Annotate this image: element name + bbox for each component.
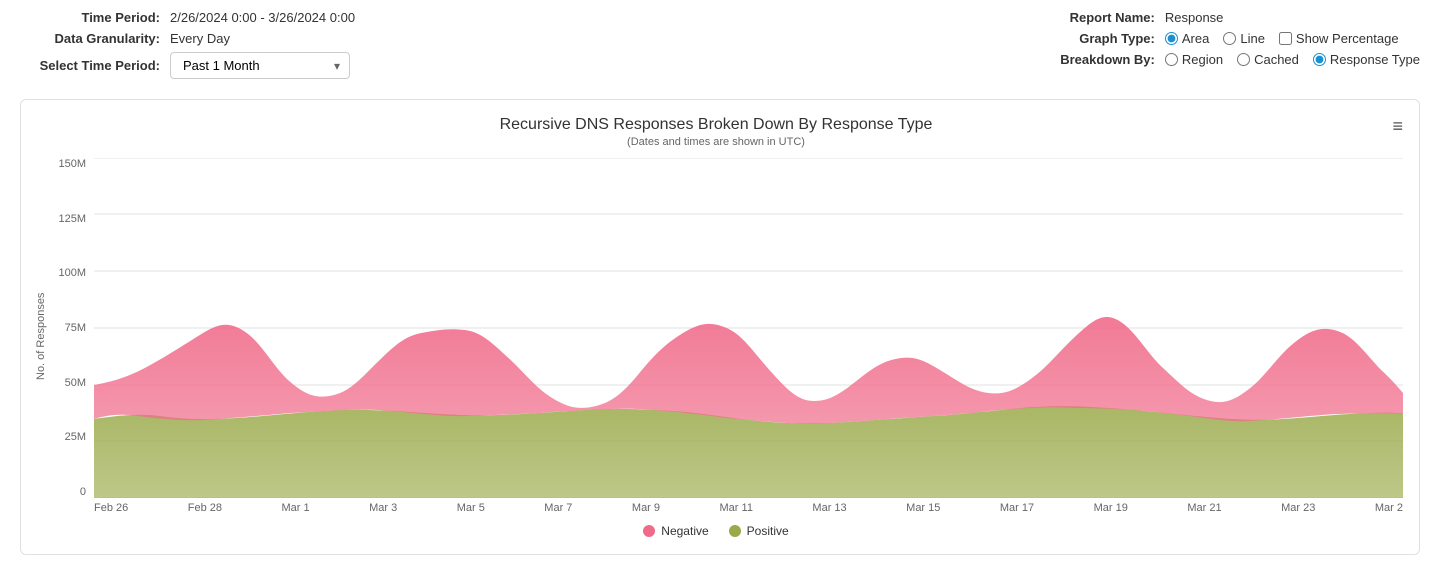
graph-type-area-label: Area [1182,31,1209,46]
y-label: 100M [49,267,86,279]
show-percentage-label: Show Percentage [1296,31,1399,46]
y-label: 25M [49,431,86,443]
y-label: 150M [49,158,86,170]
breakdown-row: Breakdown By: Region Cached Response Typ… [1015,52,1420,67]
chart-menu-button[interactable]: ≡ [1392,116,1403,137]
graph-type-area-radio[interactable] [1165,32,1178,45]
chart-subtitle: (Dates and times are shown in UTC) [29,136,1403,148]
x-label: Mar 13 [812,502,846,514]
show-percentage-checkbox[interactable] [1279,32,1292,45]
y-label: 0 [49,486,86,498]
time-period-select-wrapper[interactable]: Past 1 MonthPast 3 MonthsPast 6 MonthsPa… [170,52,350,79]
x-label: Mar 9 [632,502,660,514]
legend-item: Positive [729,524,789,538]
time-period-label: Time Period: [20,10,160,25]
x-label: Mar 21 [1187,502,1221,514]
show-percentage[interactable]: Show Percentage [1279,31,1399,46]
legend-dot [729,525,741,537]
breakdown-response-type[interactable]: Response Type [1313,52,1420,67]
select-time-period-label: Select Time Period: [20,58,160,73]
legend: Negative Positive [29,524,1403,538]
data-granularity-label: Data Granularity: [20,31,160,46]
y-axis-label: No. of Responses [29,158,49,514]
breakdown-group: Region Cached Response Type [1165,52,1420,67]
x-label: Mar 17 [1000,502,1034,514]
graph-type-row: Graph Type: Area Line Show Percentage [1015,31,1420,46]
x-label: Mar 11 [720,502,753,514]
breakdown-region[interactable]: Region [1165,52,1223,67]
graph-type-line-radio[interactable] [1223,32,1236,45]
time-period-row: Time Period: 2/26/2024 0:00 - 3/26/2024 … [20,10,355,25]
y-labels: 150M 125M 100M 75M 50M 25M 0 [49,158,94,498]
x-label: Mar 3 [369,502,397,514]
chart-wrap: No. of Responses 150M 125M 100M 75M 50M 25M 0 [29,158,1403,514]
graph-type-line-label: Line [1240,31,1265,46]
breakdown-region-radio[interactable] [1165,53,1178,66]
controls-panel: Time Period: 2/26/2024 0:00 - 3/26/2024 … [0,0,1440,89]
chart-title: Recursive DNS Responses Broken Down By R… [29,116,1403,134]
y-label: 50M [49,377,86,389]
graph-type-line[interactable]: Line [1223,31,1265,46]
breakdown-cached[interactable]: Cached [1237,52,1299,67]
main-chart-svg [94,158,1403,498]
time-period-value: 2/26/2024 0:00 - 3/26/2024 0:00 [170,10,355,25]
graph-type-area[interactable]: Area [1165,31,1209,46]
x-label: Mar 19 [1094,502,1128,514]
x-label: Mar 1 [281,502,309,514]
breakdown-cached-label: Cached [1254,52,1299,67]
graph-type-label: Graph Type: [1015,31,1155,46]
data-granularity-value: Every Day [170,31,230,46]
breakdown-response-type-label: Response Type [1330,52,1420,67]
report-name-label: Report Name: [1015,10,1155,25]
legend-label: Negative [661,524,708,538]
chart-area: Feb 26 Feb 28 Mar 1 Mar 3 Mar 5 Mar 7 Mar 9 Mar… [94,158,1403,514]
chart-inner: Recursive DNS Responses Broken Down By R… [29,116,1403,538]
hamburger-icon[interactable]: ≡ [1392,116,1403,136]
x-label: Mar 7 [544,502,572,514]
data-granularity-row: Data Granularity: Every Day [20,31,355,46]
time-period-select[interactable]: Past 1 MonthPast 3 MonthsPast 6 MonthsPa… [170,52,350,79]
legend-item: Negative [643,524,708,538]
right-controls: Report Name: Response Graph Type: Area L… [1015,10,1420,79]
negative-area [94,317,1403,424]
breakdown-label: Breakdown By: [1015,52,1155,67]
breakdown-region-label: Region [1182,52,1223,67]
breakdown-cached-radio[interactable] [1237,53,1250,66]
select-time-period-row: Select Time Period: Past 1 MonthPast 3 M… [20,52,355,79]
report-name-value: Response [1165,10,1224,25]
x-label: Feb 26 [94,502,128,514]
x-label: Mar 5 [457,502,485,514]
breakdown-response-type-radio[interactable] [1313,53,1326,66]
x-label: Mar 2 [1375,502,1403,514]
x-label: Mar 15 [906,502,940,514]
x-label: Feb 28 [188,502,222,514]
legend-dot [643,525,655,537]
legend-label: Positive [747,524,789,538]
report-name-row: Report Name: Response [1015,10,1420,25]
graph-type-group: Area Line Show Percentage [1165,31,1399,46]
y-label: 125M [49,213,86,225]
chart-container: Recursive DNS Responses Broken Down By R… [20,99,1420,555]
left-controls: Time Period: 2/26/2024 0:00 - 3/26/2024 … [20,10,355,79]
y-label: 75M [49,322,86,334]
x-label: Mar 23 [1281,502,1315,514]
x-labels: Feb 26 Feb 28 Mar 1 Mar 3 Mar 5 Mar 7 Mar 9 Mar… [94,502,1403,514]
